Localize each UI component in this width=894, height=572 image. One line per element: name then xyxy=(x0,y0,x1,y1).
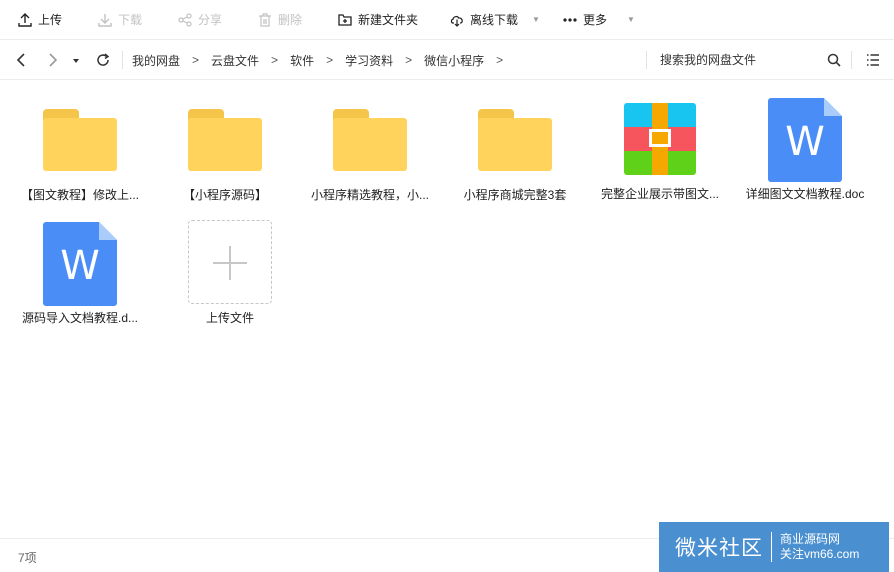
divider xyxy=(646,51,647,69)
breadcrumb-item[interactable]: 学习资料 xyxy=(345,52,393,69)
breadcrumb: 我的网盘 > 云盘文件 > 软件 > 学习资料 > 微信小程序 > xyxy=(132,40,515,80)
search-icon[interactable] xyxy=(826,52,842,68)
item-count: 7项 xyxy=(18,551,37,565)
file-item-folder[interactable]: 小程序商城完整3套 xyxy=(445,109,585,203)
breadcrumb-separator-icon: > xyxy=(496,53,504,67)
file-item-archive[interactable]: 完整企业展示带图文... xyxy=(590,103,730,202)
word-document-icon: W xyxy=(768,98,842,182)
watermark-line: 关注vm66.com xyxy=(780,547,860,561)
file-name: 完整企业展示带图文... xyxy=(600,187,719,201)
trash-icon xyxy=(259,12,271,27)
download-button[interactable]: 下载 xyxy=(98,0,142,40)
breadcrumb-separator-icon: > xyxy=(192,53,200,67)
archive-icon xyxy=(624,103,696,175)
watermark-subtitle: 商业源码网 关注vm66.com xyxy=(780,532,859,562)
upload-button[interactable]: 上传 xyxy=(18,0,62,40)
new-folder-icon xyxy=(338,13,352,26)
list-view-icon[interactable] xyxy=(865,52,881,68)
chevron-down-icon[interactable]: ▼ xyxy=(532,15,540,24)
file-name: 源码导入文档教程.d... xyxy=(21,311,138,325)
file-name: 小程序商城完整3套 xyxy=(463,188,567,202)
toolbar: 上传 下载 分享 删除 新建文件夹 离线下载 ▼ 更多 ▼ xyxy=(0,0,894,40)
file-item-folder[interactable]: 【图文教程】修改上... xyxy=(10,109,150,203)
file-item-folder[interactable]: 小程序精选教程，小... xyxy=(300,109,440,203)
chevron-down-icon[interactable]: ▼ xyxy=(627,15,635,24)
download-icon xyxy=(98,13,112,27)
breadcrumb-separator-icon: > xyxy=(271,53,279,67)
more-label: 更多 xyxy=(583,13,608,27)
word-document-icon: W xyxy=(43,222,117,306)
folder-icon xyxy=(43,109,117,171)
share-label: 分享 xyxy=(198,13,223,27)
plus-icon xyxy=(188,220,272,304)
delete-label: 删除 xyxy=(278,13,303,27)
folder-icon xyxy=(188,109,262,171)
breadcrumb-item[interactable]: 我的网盘 xyxy=(132,52,180,69)
upload-file-label: 上传文件 xyxy=(205,311,254,325)
breadcrumb-item[interactable]: 云盘文件 xyxy=(211,52,259,69)
search-input[interactable] xyxy=(654,50,814,70)
upload-icon xyxy=(18,12,32,27)
forward-icon[interactable] xyxy=(44,52,60,68)
share-icon xyxy=(178,12,192,27)
divider xyxy=(851,51,852,69)
file-item-folder[interactable]: 【小程序源码】 xyxy=(155,109,295,203)
file-item-word[interactable]: W 源码导入文档教程.d... xyxy=(10,222,150,326)
offline-download-label: 离线下载 xyxy=(470,13,519,27)
folder-icon xyxy=(333,109,407,171)
history-dropdown-icon[interactable] xyxy=(68,52,84,68)
breadcrumb-separator-icon: > xyxy=(405,53,413,67)
watermark-line: 商业源码网 xyxy=(780,532,841,546)
divider xyxy=(122,51,123,69)
delete-button[interactable]: 删除 xyxy=(258,0,302,40)
new-folder-button[interactable]: 新建文件夹 xyxy=(338,0,418,40)
navigation-bar: 我的网盘 > 云盘文件 > 软件 > 学习资料 > 微信小程序 > xyxy=(0,40,894,80)
watermark-logo: 微米社区 商业源码网 关注vm66.com xyxy=(659,522,889,572)
file-name: 详细图文文档教程.doc xyxy=(745,187,865,201)
more-icon xyxy=(563,17,577,22)
file-name: 【小程序源码】 xyxy=(182,188,267,202)
breadcrumb-item-current[interactable]: 微信小程序 xyxy=(424,52,484,69)
cloud-download-icon xyxy=(450,15,463,27)
back-icon[interactable] xyxy=(14,52,30,68)
download-label: 下载 xyxy=(118,13,143,27)
refresh-icon[interactable] xyxy=(95,52,111,68)
breadcrumb-separator-icon: > xyxy=(326,53,334,67)
new-folder-label: 新建文件夹 xyxy=(358,13,419,27)
offline-download-button[interactable]: 离线下载 ▼ xyxy=(450,0,540,40)
folder-icon xyxy=(478,109,552,171)
upload-file-tile[interactable]: 上传文件 xyxy=(160,220,300,326)
upload-label: 上传 xyxy=(38,13,63,27)
file-name: 小程序精选教程，小... xyxy=(310,188,429,202)
share-button[interactable]: 分享 xyxy=(178,0,222,40)
watermark-title: 微米社区 xyxy=(675,537,763,560)
breadcrumb-item[interactable]: 软件 xyxy=(290,52,314,69)
file-name: 【图文教程】修改上... xyxy=(20,188,139,202)
more-button[interactable]: 更多 ▼ xyxy=(563,0,635,40)
file-item-word[interactable]: W 详细图文文档教程.doc xyxy=(735,98,875,202)
divider xyxy=(771,532,772,562)
